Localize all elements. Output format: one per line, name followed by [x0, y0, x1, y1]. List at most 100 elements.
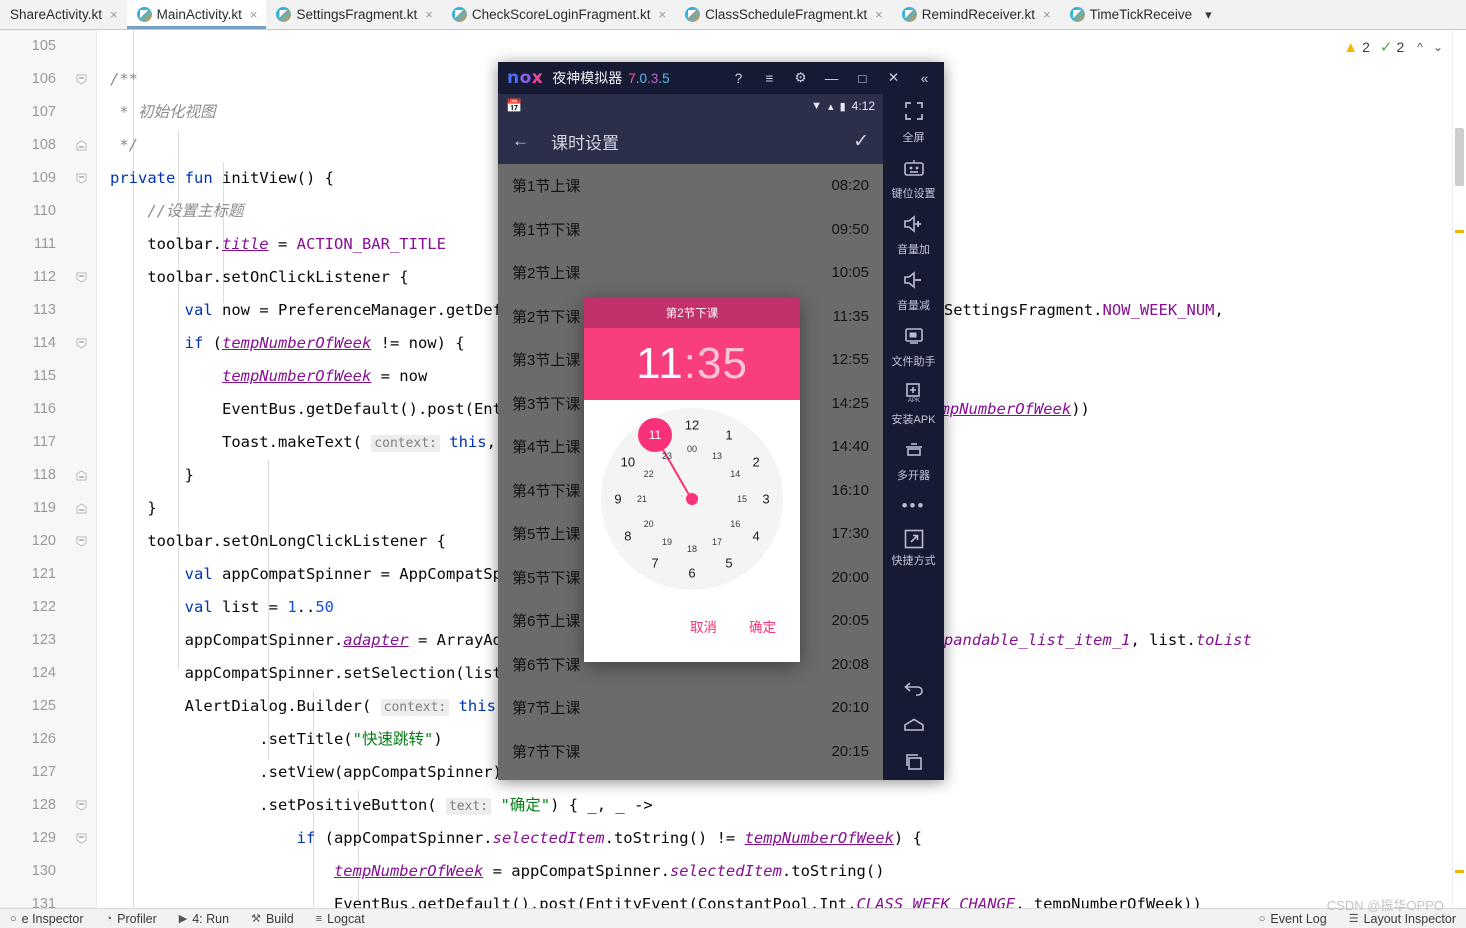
clock-hour-inner[interactable]: 20	[644, 519, 654, 529]
clock-hour-inner[interactable]: 16	[730, 519, 740, 529]
code-text[interactable]: toolbar.setOnClickListener {	[110, 261, 408, 294]
clock-hour-inner[interactable]: 21	[637, 494, 647, 504]
settings-gear-icon[interactable]: ⚙	[785, 64, 816, 92]
close-icon[interactable]: ×	[110, 7, 118, 22]
clock-hour-outer[interactable]: 4	[752, 529, 759, 544]
clock-hour-outer[interactable]: 2	[752, 455, 759, 470]
tab-overflow-chevron-down-icon[interactable]: ▾	[1201, 0, 1222, 29]
nav-recents-icon[interactable]	[904, 753, 924, 776]
android-screen[interactable]: 📅 ▼ ▴ ▮ 4:12 ← 课时设置 ✓ 第1节上课 08:20 第1节下课 09:…	[498, 94, 883, 780]
clock-hour-inner[interactable]: 17	[712, 537, 722, 547]
clock-hour-inner[interactable]: 15	[737, 494, 747, 504]
fold-end-icon[interactable]	[76, 140, 87, 151]
rail-item-fullscreen[interactable]: 全屏	[883, 94, 944, 152]
fold-end-icon[interactable]	[76, 503, 87, 514]
warning-marker[interactable]	[1455, 230, 1464, 233]
code-text[interactable]: .setTitle("快速跳转")	[110, 723, 442, 756]
clock-hour-outer[interactable]: 7	[651, 556, 658, 571]
code-text[interactable]: tempNumberOfWeek = appCompatSpinner.sele…	[110, 855, 885, 888]
scrollbar-thumb[interactable]	[1455, 128, 1464, 186]
clock-picker[interactable]: 12 1 2 3 4 5 6 7 8 9 10 11 00 13 14 15 16 17 18 19 20 21 22 23	[584, 400, 800, 606]
back-arrow-icon[interactable]: ←	[512, 131, 529, 151]
clock-hour-outer[interactable]: 5	[725, 556, 732, 571]
rail-item-file-assistant[interactable]: 文件助手	[883, 320, 944, 376]
clock-hour-inner[interactable]: 22	[644, 469, 654, 479]
clock-hour-inner[interactable]: 18	[687, 544, 697, 554]
close-icon[interactable]: ✕	[878, 64, 909, 92]
clock-hour-outer[interactable]: 12	[685, 418, 699, 433]
collapse-rail-icon[interactable]: «	[909, 64, 940, 92]
code-line[interactable]: 131 EventBus.getDefault().post(EntityEve…	[0, 888, 1466, 910]
class-time-row[interactable]: 第7节上课 20:10	[498, 686, 883, 730]
editor-tab[interactable]: ClassScheduleFragment.kt ×	[675, 0, 892, 29]
class-time-row[interactable]: 第2节上课 10:05	[498, 251, 883, 295]
status-bar-item[interactable]: ▶ 4: Run	[179, 912, 229, 926]
clock-hour-outer[interactable]: 1	[725, 427, 732, 442]
fold-collapse-icon[interactable]	[76, 833, 87, 844]
code-line[interactable]: 105	[0, 30, 1466, 63]
class-time-row[interactable]: 第1节上课 08:20	[498, 164, 883, 208]
emulator-window-buttons[interactable]: ? ≡ ⚙ — □ ✕ «	[723, 64, 940, 92]
nav-home-icon[interactable]	[903, 718, 925, 737]
check-icon[interactable]: ✓	[853, 130, 869, 153]
code-text[interactable]: toolbar.setOnLongClickListener {	[110, 525, 446, 558]
inspection-status[interactable]: ▲ 2 ✓ 2 ^ ⌄	[1343, 38, 1446, 57]
code-text[interactable]: */	[110, 129, 138, 162]
rail-item-shortcut[interactable]: 快捷方式	[883, 522, 944, 575]
close-icon[interactable]: ×	[875, 7, 883, 22]
chevron-up-icon[interactable]: ^	[1414, 40, 1426, 54]
fold-collapse-icon[interactable]	[76, 536, 87, 547]
editor-tab[interactable]: CheckScoreLoginFragment.kt ×	[441, 0, 676, 29]
code-text[interactable]: }	[110, 492, 156, 525]
maximize-icon[interactable]: □	[847, 64, 878, 92]
rail-item-multi-instance[interactable]: 多开器	[883, 434, 944, 490]
nox-emulator-window[interactable]: nox 夜神模拟器 7.0.3.5 ? ≡ ⚙ — □ ✕ « 📅 ▼ ▴ ▮ 4:12	[498, 62, 944, 780]
emulator-nav-buttons[interactable]	[883, 671, 944, 776]
editor-tab[interactable]: TimeTickReceive	[1059, 0, 1202, 29]
editor-tab[interactable]: MainActivity.kt ×	[126, 0, 267, 29]
clock-hour-outer[interactable]: 3	[762, 492, 769, 507]
class-time-row[interactable]: 第1节下课 09:50	[498, 208, 883, 252]
code-text[interactable]: private fun initView() {	[110, 162, 334, 195]
code-line[interactable]: 129 if (appCompatSpinner.selectedItem.to…	[0, 822, 1466, 855]
close-icon[interactable]: ×	[425, 7, 433, 22]
code-text[interactable]: .setPositiveButton( text: "确定") { _, _ -…	[110, 789, 653, 823]
code-text[interactable]: }	[110, 459, 194, 492]
status-bar-item[interactable]: ◔ Profiler	[106, 912, 157, 926]
emulator-title-bar[interactable]: nox 夜神模拟器 7.0.3.5 ? ≡ ⚙ — □ ✕ «	[498, 62, 944, 94]
hour-value[interactable]: 11	[636, 339, 684, 389]
rail-item-install-apk[interactable]: APK 安装APK	[883, 376, 944, 434]
editor-scrollbar[interactable]	[1452, 30, 1466, 910]
code-text[interactable]: tempNumberOfWeek = now	[110, 360, 427, 393]
editor-tab[interactable]: RemindReceiver.kt ×	[891, 0, 1060, 29]
code-text[interactable]: .setView(appCompatSpinner)	[110, 756, 502, 789]
code-line[interactable]: 130 tempNumberOfWeek = appCompatSpinner.…	[0, 855, 1466, 888]
menu-icon[interactable]: ≡	[754, 64, 785, 92]
close-icon[interactable]: ×	[1043, 7, 1051, 22]
class-time-row[interactable]: 第7节下课 20:15	[498, 730, 883, 774]
code-text[interactable]: //设置主标题	[110, 195, 243, 228]
fold-end-icon[interactable]	[76, 470, 87, 481]
rail-item-volume-down[interactable]: 音量减	[883, 264, 944, 320]
code-text[interactable]: if (tempNumberOfWeek != now) {	[110, 327, 465, 360]
chevron-down-icon[interactable]: ⌄	[1430, 40, 1446, 54]
clock-face[interactable]: 12 1 2 3 4 5 6 7 8 9 10 11 00 13 14 15 16 17 18 19 20 21 22 23	[601, 408, 783, 590]
status-bar-item[interactable]: ≡ Logcat	[316, 912, 365, 926]
code-line[interactable]: 128 .setPositiveButton( text: "确定") { _,…	[0, 789, 1466, 822]
status-bar-item[interactable]: ☰ Layout Inspector	[1349, 912, 1456, 926]
confirm-button[interactable]: 确定	[747, 612, 778, 640]
help-icon[interactable]: ?	[723, 64, 754, 92]
ide-status-bar[interactable]: ○ e Inspector ◔ Profiler ▶ 4: Run ⚒ Build ≡ Logca…	[0, 908, 1466, 928]
code-text[interactable]: val list = 1..50	[110, 591, 334, 624]
code-text[interactable]: toolbar.title = ACTION_BAR_TITLE	[110, 228, 446, 261]
clock-hour-outer[interactable]: 10	[621, 455, 635, 470]
clock-hour-outer[interactable]: 9	[614, 492, 621, 507]
more-dots-icon[interactable]: •••	[883, 490, 944, 522]
nav-back-icon[interactable]	[903, 681, 925, 702]
fold-collapse-icon[interactable]	[76, 800, 87, 811]
clock-hour-inner[interactable]: 19	[662, 537, 672, 547]
clock-hour-outer[interactable]: 8	[624, 529, 631, 544]
code-text[interactable]: EventBus.getDefault().post(EntityEvent(C…	[110, 888, 1202, 910]
editor-tab[interactable]: SettingsFragment.kt ×	[266, 0, 442, 29]
status-bar-item[interactable]: ⚒ Build	[251, 912, 294, 926]
